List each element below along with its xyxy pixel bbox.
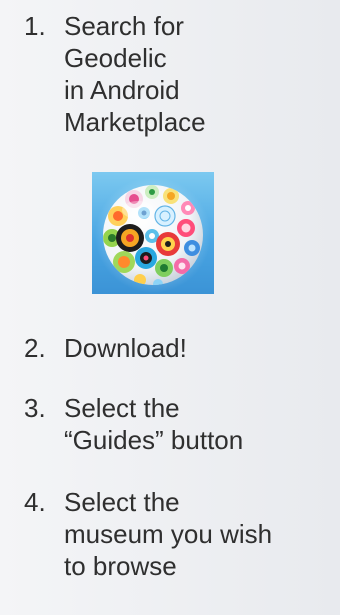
instructions-list: 1. Search for Geodelic in Android Market… xyxy=(0,0,340,615)
step-2: 2. Download! xyxy=(24,332,324,364)
step-1-text: Search for Geodelic in Android Marketpla… xyxy=(64,11,206,137)
step-4-text: Select the museum you wish to browse xyxy=(64,487,273,581)
step-3-number: 3. xyxy=(24,393,46,423)
step-3-text: Select the “Guides” button xyxy=(64,393,244,455)
step-4-number: 4. xyxy=(24,487,46,517)
geodelic-app-icon xyxy=(92,172,214,294)
step-4: 4. Select the museum you wish to browse xyxy=(24,486,324,582)
step-2-number: 2. xyxy=(24,333,46,363)
step-2-text: Download! xyxy=(64,333,187,363)
step-3: 3. Select the “Guides” button xyxy=(24,392,324,456)
step-1-number: 1. xyxy=(24,11,46,41)
step-1: 1. Search for Geodelic in Android Market… xyxy=(24,10,324,138)
